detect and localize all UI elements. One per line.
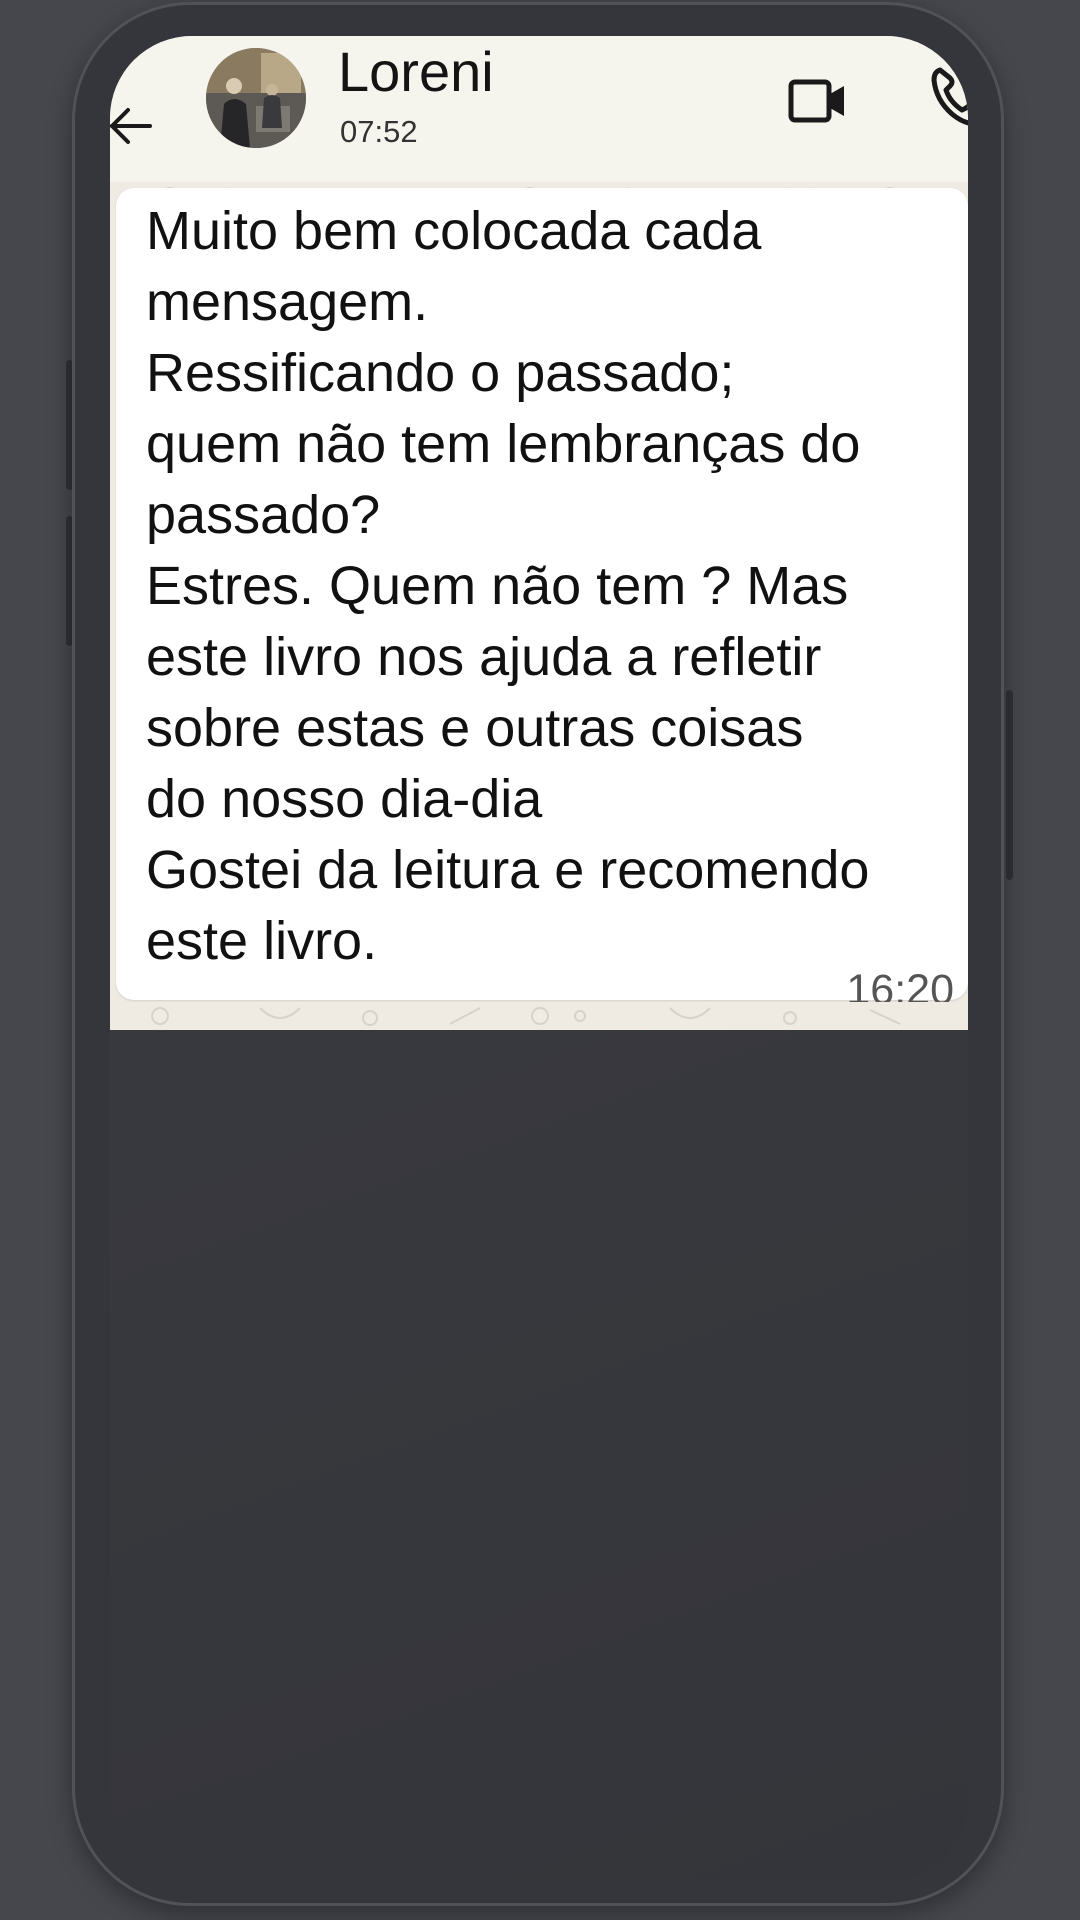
- power-button: [1006, 690, 1013, 880]
- video-camera-icon[interactable]: [788, 74, 848, 128]
- avatar-photo: [206, 48, 306, 148]
- phone-icon[interactable]: [928, 64, 968, 128]
- contact-name[interactable]: Loreni: [338, 40, 494, 104]
- arrow-left-icon[interactable]: [110, 104, 154, 148]
- chat-header: Loreni 07:52: [110, 36, 968, 182]
- chat-wallpaper-pattern-bottom: [110, 1002, 968, 1030]
- chat-screenshot: Loreni 07:52 Muito bem colocada cada men…: [110, 36, 968, 1030]
- message-text: Muito bem colocada cada mensagem. Ressif…: [146, 201, 870, 971]
- message-bubble[interactable]: Muito bem colocada cada mensagem. Ressif…: [116, 188, 968, 1014]
- last-seen-status: 07:52: [340, 114, 418, 149]
- avatar[interactable]: [206, 48, 306, 148]
- phone-screen: Loreni 07:52 Muito bem colocada cada men…: [110, 36, 968, 1881]
- page-background: Loreni 07:52 Muito bem colocada cada men…: [0, 0, 1080, 1920]
